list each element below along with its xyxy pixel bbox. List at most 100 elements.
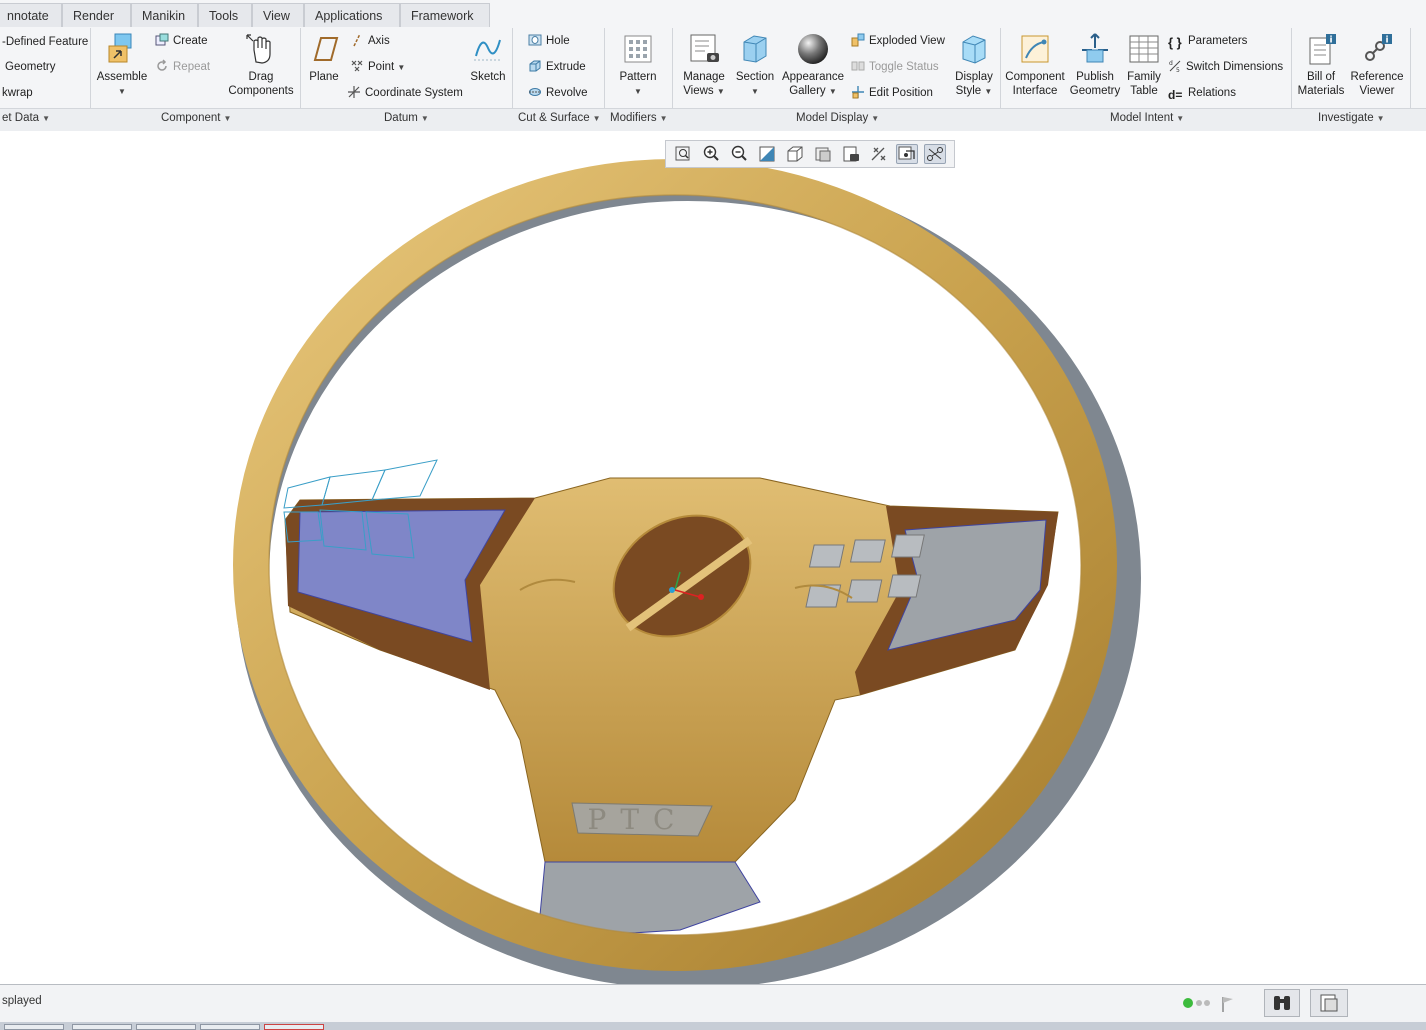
point-button[interactable]: Point ▼	[350, 58, 405, 76]
taskbar-item[interactable]	[136, 1024, 196, 1030]
refit-icon[interactable]	[672, 144, 694, 164]
chevron-down-icon: ▼	[420, 114, 429, 123]
taskbar-item[interactable]	[200, 1024, 260, 1030]
spin-center-icon[interactable]	[896, 144, 918, 164]
repeat-icon	[157, 59, 167, 71]
chevron-down-icon: ▼	[118, 87, 126, 96]
relations-icon: d=	[1168, 88, 1183, 102]
group-model-display[interactable]: Model Display ▼	[796, 112, 879, 124]
hand-drag-icon	[246, 34, 271, 64]
create-icon	[155, 33, 169, 46]
family-table-button[interactable]: Family Table	[1123, 32, 1165, 98]
tab-framework[interactable]: Framework	[400, 3, 490, 27]
parameters-button[interactable]: { } Parameters	[1168, 32, 1247, 50]
component-interface-button[interactable]: Component Interface	[1004, 32, 1066, 98]
axis-button[interactable]: Axis	[350, 32, 390, 50]
chevron-down-icon: ▼	[751, 87, 759, 96]
flag-icon[interactable]	[1220, 995, 1236, 1013]
steering-wheel-model[interactable]: PTC	[0, 131, 1426, 984]
zoom-in-icon[interactable]	[700, 144, 722, 164]
exploded-view-icon	[851, 33, 865, 47]
tab-manikin[interactable]: Manikin	[131, 3, 198, 27]
publish-geometry-button[interactable]: Publish Geometry	[1068, 32, 1122, 98]
coordinate-system-button[interactable]: Coordinate System	[347, 84, 463, 102]
taskbar-item[interactable]	[264, 1024, 324, 1030]
chevron-down-icon: ▼	[397, 63, 406, 72]
status-message: splayed	[2, 995, 42, 1007]
group-model-intent[interactable]: Model Intent ▼	[1110, 112, 1184, 124]
annotation-display-icon[interactable]	[924, 144, 946, 164]
group-investigate[interactable]: Investigate ▼	[1318, 112, 1385, 124]
revolve-button[interactable]: Revolve	[528, 84, 588, 102]
graphics-viewport[interactable]: PTC	[0, 131, 1426, 984]
extrude-button[interactable]: Extrude	[528, 58, 586, 76]
view-toolbar	[665, 140, 955, 168]
switch-dimensions-button[interactable]: d 5 Switch Dimensions	[1168, 58, 1283, 76]
taskbar-item[interactable]	[72, 1024, 132, 1030]
chevron-down-icon: ▼	[42, 114, 50, 123]
assemble-button[interactable]: Assemble ▼	[94, 32, 150, 99]
datum-display-icon[interactable]	[868, 144, 890, 164]
coordinate-system-icon	[348, 86, 360, 98]
chevron-down-icon: ▼	[984, 87, 993, 96]
ptc-badge-text: PTC	[588, 803, 689, 836]
extrude-icon	[529, 60, 541, 72]
tab-view[interactable]: View	[252, 3, 304, 27]
group-get-data[interactable]: et Data ▼	[2, 112, 50, 124]
toggle-status-button[interactable]: Toggle Status	[851, 58, 939, 76]
group-datum[interactable]: Datum ▼	[384, 112, 429, 124]
pattern-icon	[624, 35, 652, 63]
repeat-button[interactable]: Repeat	[155, 58, 210, 76]
shrinkwrap-button[interactable]: kwrap	[2, 84, 33, 102]
drag-components-button[interactable]: Drag Components	[226, 32, 296, 98]
chevron-down-icon: ▼	[634, 87, 642, 96]
user-defined-feature-button[interactable]: -Defined Feature	[2, 33, 88, 51]
toggle-status-icon	[851, 61, 865, 71]
regeneration-status-icon	[1183, 998, 1210, 1008]
menu-bar: nnotate Render Manikin Tools View Applic…	[0, 0, 1426, 29]
copy-geometry-button[interactable]: Geometry	[5, 58, 56, 76]
revolve-icon	[529, 88, 541, 96]
view-manager-icon[interactable]	[840, 144, 862, 164]
group-cut-surface[interactable]: Cut & Surface ▼	[518, 112, 601, 124]
reference-viewer-icon: i	[1365, 34, 1392, 61]
zoom-out-icon[interactable]	[728, 144, 750, 164]
binoculars-icon	[1274, 996, 1290, 1010]
display-style-button[interactable]: Display Style ▼	[952, 32, 996, 99]
svg-text:i: i	[1386, 36, 1389, 46]
tab-tools[interactable]: Tools	[198, 3, 252, 27]
appearance-gallery-button[interactable]: Appearance Gallery ▼	[780, 32, 846, 99]
section-button[interactable]: Section ▼	[734, 32, 776, 99]
exploded-view-button[interactable]: Exploded View	[851, 32, 945, 50]
taskbar-item[interactable]	[4, 1024, 64, 1030]
selected-items-icon	[1320, 994, 1338, 1012]
hole-button[interactable]: Hole	[528, 32, 570, 50]
plane-button[interactable]: Plane	[304, 32, 344, 84]
group-component[interactable]: Component ▼	[161, 112, 231, 124]
sketch-icon	[474, 39, 502, 61]
ribbon-group-bar: et Data ▼ Component ▼ Datum ▼ Cut & Surface…	[0, 108, 1426, 132]
chevron-down-icon: ▼	[223, 114, 232, 123]
saved-orientations-icon[interactable]	[784, 144, 806, 164]
create-button[interactable]: Create	[155, 32, 208, 50]
reference-viewer-button[interactable]: i Reference Viewer	[1348, 32, 1406, 98]
edit-position-button[interactable]: Edit Position	[851, 84, 933, 102]
pattern-button[interactable]: Pattern ▼	[614, 32, 662, 99]
tab-render[interactable]: Render	[62, 3, 131, 27]
tab-applications[interactable]: Applications	[304, 3, 400, 27]
relations-button[interactable]: d= Relations	[1168, 84, 1236, 102]
find-button[interactable]	[1264, 989, 1300, 1017]
braces-icon: { }	[1168, 35, 1182, 50]
tab-annotate[interactable]: nnotate	[0, 3, 62, 27]
svg-text:i: i	[1330, 36, 1333, 46]
sketch-button[interactable]: Sketch	[466, 32, 510, 84]
bill-of-materials-button[interactable]: i Bill of Materials	[1296, 32, 1346, 98]
section-icon	[743, 35, 767, 63]
group-modifiers[interactable]: Modifiers ▼	[610, 112, 668, 124]
repaint-icon[interactable]	[756, 144, 778, 164]
display-style-icon[interactable]	[812, 144, 834, 164]
manage-views-button[interactable]: Manage Views ▼	[680, 32, 728, 99]
selection-filter-button[interactable]	[1310, 989, 1348, 1017]
switch-dimensions-icon: d5	[1169, 60, 1181, 73]
edit-position-icon	[852, 86, 864, 99]
